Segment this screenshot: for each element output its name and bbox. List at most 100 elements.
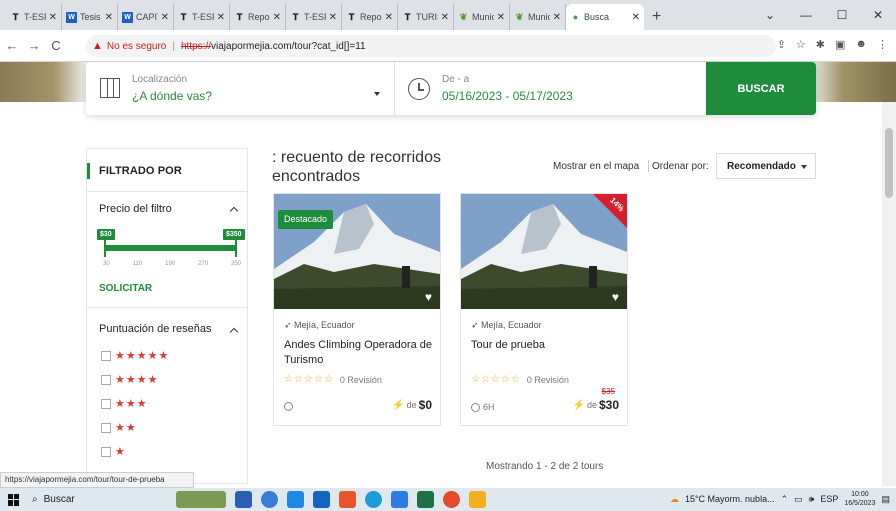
tour-title[interactable]: Tour de prueba (471, 338, 621, 353)
checkbox[interactable] (101, 422, 111, 433)
weather-text[interactable]: 15°C Mayorm. nubla... (685, 494, 775, 504)
chevron-up-icon[interactable] (229, 206, 239, 216)
close-tab-icon[interactable]: ✕ (441, 12, 449, 23)
language-indicator[interactable]: ESP (820, 494, 838, 504)
checkbox[interactable] (101, 446, 111, 457)
search-button[interactable]: BUSCAR (706, 62, 816, 115)
rating-option-5[interactable]: ★★★★★ (101, 349, 169, 362)
price-ticks: 30 110 190 270 350 (103, 261, 241, 267)
taskbar-search[interactable]: ⌕ Buscar (32, 494, 75, 505)
checkbox[interactable] (101, 398, 111, 409)
heart-icon[interactable]: ♥ (425, 290, 432, 304)
new-tab-button[interactable]: + (644, 8, 669, 30)
outlook-app-icon[interactable] (313, 491, 330, 508)
price-range-slider[interactable] (105, 245, 237, 251)
word-app-icon[interactable] (391, 491, 408, 508)
bookmark-star-icon[interactable]: ☆ (796, 38, 806, 51)
forward-icon[interactable]: → (24, 38, 44, 53)
time: 10:00 (851, 491, 869, 498)
browser-tab[interactable]: 𝐓TURIS✕ (398, 4, 454, 30)
rating-option-2[interactable]: ★★ (101, 421, 137, 434)
browser-tab[interactable]: ❦Munic✕ (510, 4, 566, 30)
browser-tab[interactable]: 𝐓Repos✕ (342, 4, 398, 30)
order-select[interactable]: Recomendado (716, 153, 816, 179)
close-tab-icon[interactable]: ✕ (632, 12, 640, 23)
close-tab-icon[interactable]: ✕ (273, 12, 281, 23)
tour-search-form: Localización ¿A dónde vas? De - a 05/16/… (86, 62, 816, 115)
browser-tab-active[interactable]: ● Busca ✕ (566, 4, 644, 30)
edge-app-icon[interactable] (365, 491, 382, 508)
close-tab-icon[interactable]: ✕ (329, 12, 337, 23)
close-tab-icon[interactable]: ✕ (49, 12, 57, 23)
tour-card[interactable]: Destacado ♥ ➶ Mejía, Ecuador Andes Climb… (273, 193, 441, 426)
notifications-icon[interactable]: ▤ (881, 494, 890, 505)
mail-app-icon[interactable] (287, 491, 304, 508)
slider-max-handle[interactable] (235, 239, 237, 257)
close-tab-icon[interactable]: ✕ (553, 12, 561, 23)
rating-option-1[interactable]: ★ (101, 445, 126, 458)
show-map-link[interactable]: Mostrar en el mapa (553, 161, 639, 172)
close-tab-icon[interactable]: ✕ (497, 12, 505, 23)
location-select[interactable]: ¿A dónde vas? (132, 89, 212, 103)
link-status-bar: https://viajapormejia.com/tour/tour-de-p… (0, 472, 194, 488)
slider-min-handle[interactable] (104, 239, 106, 257)
clock[interactable]: 10:00 16/5/2023 (844, 490, 875, 508)
tour-rating: ☆☆☆☆☆ 0 Revisión (284, 374, 382, 385)
browser-tab[interactable]: 𝐓Repos✕ (230, 4, 286, 30)
rating-option-4[interactable]: ★★★★ (101, 373, 158, 386)
maximize-icon[interactable]: ☐ (824, 8, 860, 22)
tour-image[interactable]: 14% ♥ (461, 194, 627, 309)
file-explorer-icon[interactable] (469, 491, 486, 508)
heart-icon[interactable]: ♥ (612, 290, 619, 304)
close-tab-icon[interactable]: ✕ (385, 12, 393, 23)
profile-icon[interactable]: ☻ (855, 38, 867, 51)
browser-tab[interactable]: 𝐓T-ESP✕ (174, 4, 230, 30)
windows-start-icon[interactable] (8, 493, 20, 506)
browser-tab[interactable]: WCAPIT✕ (118, 4, 174, 30)
close-tab-icon[interactable]: ✕ (105, 12, 113, 23)
date: 16/5/2023 (844, 500, 876, 507)
chevron-up-icon[interactable] (229, 327, 239, 337)
checkbox[interactable] (101, 350, 111, 361)
close-tab-icon[interactable]: ✕ (161, 12, 169, 23)
word-app-icon[interactable] (235, 491, 252, 508)
browser-tab[interactable]: WTesis I✕ (62, 4, 118, 30)
tab-search-icon[interactable]: ⌄ (752, 8, 788, 22)
volume-icon[interactable]: 🕪 (809, 494, 815, 505)
page-scrollbar[interactable] (882, 102, 896, 486)
checkbox[interactable] (101, 374, 111, 385)
close-tab-icon[interactable]: ✕ (217, 12, 225, 23)
minimize-icon[interactable]: — (788, 8, 824, 22)
excel-app-icon[interactable] (417, 491, 434, 508)
scrollbar-thumb[interactable] (885, 128, 893, 198)
warning-icon[interactable]: ▲ (92, 40, 103, 52)
tour-card[interactable]: 14% ♥ ➶ Mejía, Ecuador Tour de prueba ☆☆… (460, 193, 628, 426)
url-field[interactable]: ▲ No es seguro | https:// viajapormejia.… (86, 35, 776, 57)
back-icon[interactable]: ← (2, 38, 22, 53)
share-icon[interactable]: ⇪ (777, 38, 786, 51)
apply-filter-button[interactable]: SOLICITAR (99, 283, 152, 294)
tick-label: 30 (103, 261, 110, 267)
zoom-app-icon[interactable] (261, 491, 278, 508)
rating-option-3[interactable]: ★★★ (101, 397, 148, 410)
network-icon[interactable]: ▭ (794, 494, 803, 505)
chevron-down-icon[interactable] (374, 92, 380, 96)
tour-title[interactable]: Andes Climbing Operadora de Turismo (284, 338, 434, 368)
tray-chevron-icon[interactable]: ⌃ (781, 494, 789, 505)
date-range-input[interactable]: 05/16/2023 - 05/17/2023 (442, 89, 573, 103)
tour-image[interactable]: Destacado ♥ (274, 194, 440, 309)
sidepanel-icon[interactable]: ▣ (835, 38, 845, 51)
app-icon[interactable] (339, 491, 356, 508)
security-label[interactable]: No es seguro (107, 41, 166, 52)
extensions-icon[interactable]: ✱ (816, 38, 825, 51)
chrome-app-icon[interactable] (443, 491, 460, 508)
reload-icon[interactable]: C (46, 38, 66, 53)
browser-tab[interactable]: 𝐓T-ESPE✕ (6, 4, 62, 30)
menu-kebab-icon[interactable]: ⋮ (877, 38, 888, 51)
rating-filter-title[interactable]: Puntuación de reseñas (99, 323, 212, 335)
landscape-widget-icon[interactable] (176, 491, 226, 508)
price-filter-title[interactable]: Precio del filtro (99, 203, 172, 215)
close-window-icon[interactable]: ✕ (860, 8, 896, 22)
browser-tab[interactable]: ❦Munic✕ (454, 4, 510, 30)
browser-tab[interactable]: 𝐓T-ESP✕ (286, 4, 342, 30)
